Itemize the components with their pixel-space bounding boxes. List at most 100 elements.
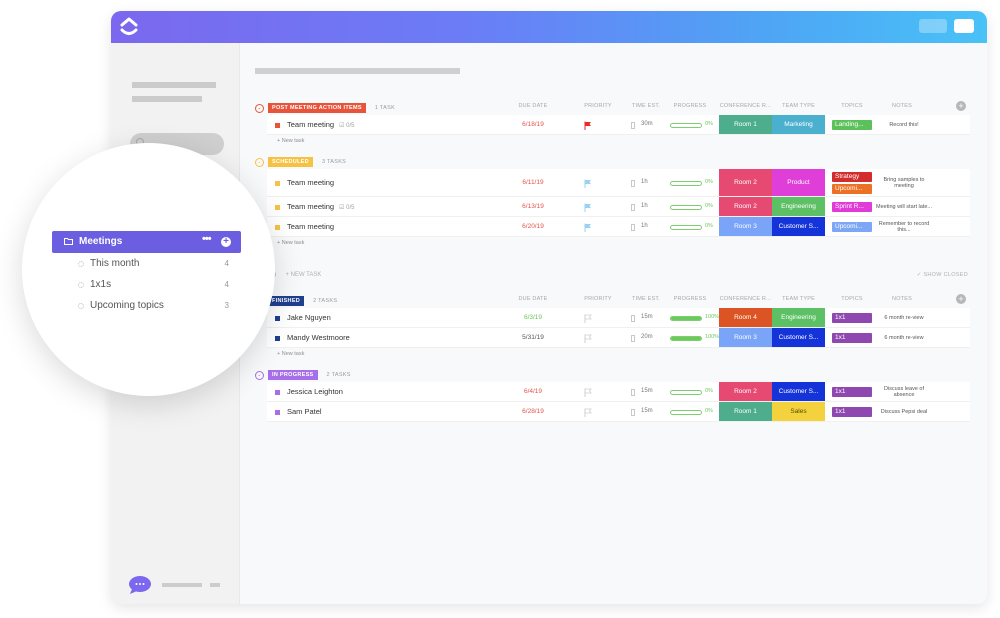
- due-date[interactable]: 5/31/19: [518, 334, 548, 341]
- topics[interactable]: Landing...: [832, 115, 872, 134]
- team-type[interactable]: Marketing: [772, 115, 825, 134]
- status-square[interactable]: [275, 336, 280, 341]
- task-row[interactable]: Mandy Westmoore 5/31/19 20m 100% Room 3 Custo…: [267, 328, 970, 348]
- conference-room[interactable]: Room 2: [719, 197, 772, 216]
- add-column-icon[interactable]: +: [956, 101, 966, 111]
- due-date[interactable]: 6/18/19: [518, 121, 548, 128]
- time-estimate[interactable]: 15m: [641, 408, 653, 414]
- task-name-text[interactable]: Jessica Leighton: [287, 387, 343, 396]
- task-name[interactable]: Team meeting ☑ 0/5: [287, 120, 355, 129]
- time-estimate[interactable]: 30m: [641, 121, 653, 127]
- notes[interactable]: Bring samples to meeting: [874, 169, 934, 196]
- notes[interactable]: Discuss Pepsi deal: [874, 402, 934, 421]
- team-type[interactable]: Sales: [772, 402, 825, 421]
- notes[interactable]: Discuss leave of absence: [874, 382, 934, 401]
- column-header[interactable]: TIME EST.: [631, 103, 661, 109]
- topics[interactable]: 1x1: [832, 382, 872, 401]
- notes[interactable]: Record this!: [874, 115, 934, 134]
- new-task-button[interactable]: + New task: [277, 351, 304, 357]
- due-date[interactable]: 6/20/19: [518, 223, 548, 230]
- topic-tag[interactable]: 1x1: [832, 386, 872, 397]
- status-square[interactable]: [275, 123, 280, 128]
- column-header[interactable]: TOPICS: [832, 103, 872, 109]
- column-header[interactable]: DUE DATE: [518, 296, 548, 302]
- topic-tag[interactable]: Landing...: [832, 119, 872, 130]
- task-row[interactable]: Team meeting ☑ 0/5 6/13/19 1h 0% Room 2 Engine…: [267, 197, 970, 217]
- task-row[interactable]: Sam Patel 6/28/19 15m 0% Room 1 Sales 1x1 Discu…: [267, 402, 970, 422]
- column-header[interactable]: DUE DATE: [518, 103, 548, 109]
- new-task-button[interactable]: + New task: [277, 240, 304, 246]
- task-row[interactable]: Team meeting 6/20/19 1h 0% Room 3 Customer S.…: [267, 217, 970, 237]
- more-icon[interactable]: •••: [202, 233, 212, 245]
- add-column-icon[interactable]: +: [956, 294, 966, 304]
- task-row[interactable]: Team meeting 6/11/19 1h 0% Room 2 Product Stra…: [267, 169, 970, 197]
- priority-flag-icon[interactable]: [584, 408, 592, 417]
- column-header[interactable]: TEAM TYPE: [772, 103, 825, 109]
- collapse-icon[interactable]: ⌄: [255, 370, 264, 380]
- task-name-text[interactable]: Sam Patel: [287, 407, 322, 416]
- conference-room[interactable]: Room 1: [719, 402, 772, 421]
- task-row[interactable]: Jake Nguyen 6/3/19 15m 100% Room 4 Engineerin…: [267, 308, 970, 328]
- topic-tag[interactable]: 1x1: [832, 312, 872, 323]
- column-header[interactable]: PRIORITY: [583, 103, 613, 109]
- notes[interactable]: Meeting will start late...: [874, 197, 934, 216]
- column-header[interactable]: TIME EST.: [631, 296, 661, 302]
- due-date[interactable]: 6/4/19: [518, 388, 548, 395]
- conference-room[interactable]: Room 1: [719, 115, 772, 134]
- priority-flag-icon[interactable]: [584, 388, 592, 397]
- task-name-text[interactable]: Team meeting: [287, 120, 334, 129]
- sidebar-item-upcoming-topics[interactable]: Upcoming topics 3: [76, 300, 232, 314]
- column-header[interactable]: TOPICS: [832, 296, 872, 302]
- time-estimate[interactable]: 15m: [641, 388, 653, 394]
- topic-tag[interactable]: Upcomi...: [832, 221, 872, 232]
- team-type[interactable]: Engineering: [772, 197, 825, 216]
- status-square[interactable]: [275, 205, 280, 210]
- team-type[interactable]: Customer S...: [772, 217, 825, 236]
- new-task-button[interactable]: + NEW TASK: [285, 272, 321, 278]
- priority-flag-icon[interactable]: [584, 179, 592, 188]
- status-square[interactable]: [275, 225, 280, 230]
- status-badge[interactable]: FINISHED: [268, 296, 305, 306]
- task-name-text[interactable]: Team meeting: [287, 202, 334, 211]
- new-task-button[interactable]: + New task: [277, 138, 304, 144]
- topic-tag[interactable]: Strategy: [832, 171, 872, 182]
- sidebar-item-1x1s[interactable]: 1x1s 4: [76, 279, 232, 293]
- task-row[interactable]: Jessica Leighton 6/4/19 15m 0% Room 2 Custome…: [267, 382, 970, 402]
- status-badge[interactable]: SCHEDULED: [268, 157, 313, 167]
- task-name-text[interactable]: Jake Nguyen: [287, 313, 331, 322]
- column-header[interactable]: PROGRESS: [670, 103, 710, 109]
- task-name[interactable]: Team meeting ☑ 0/5: [287, 202, 355, 211]
- topics[interactable]: Upcomi...: [832, 217, 872, 236]
- task-name-text[interactable]: Team meeting: [287, 222, 334, 231]
- topics[interactable]: 1x1: [832, 402, 872, 421]
- due-date[interactable]: 6/3/19: [518, 314, 548, 321]
- column-header[interactable]: CONFERENCE R...: [719, 103, 772, 109]
- status-square[interactable]: [275, 316, 280, 321]
- chat-icon[interactable]: [128, 575, 152, 595]
- priority-flag-icon[interactable]: [584, 334, 592, 343]
- status-square[interactable]: [275, 390, 280, 395]
- column-header[interactable]: PRIORITY: [583, 296, 613, 302]
- add-icon[interactable]: +: [221, 237, 231, 247]
- task-row[interactable]: Team meeting ☑ 0/5 6/18/19 30m 0% Room 1 Marke…: [267, 115, 970, 135]
- topic-tag[interactable]: Sprint R...: [832, 201, 872, 212]
- team-type[interactable]: Product: [772, 169, 825, 196]
- task-name[interactable]: Jake Nguyen: [287, 313, 331, 322]
- column-header[interactable]: NOTES: [877, 296, 927, 302]
- task-name[interactable]: Jessica Leighton: [287, 387, 343, 396]
- status-badge[interactable]: IN PROGRESS: [268, 370, 318, 380]
- topic-tag[interactable]: 1x1: [832, 406, 872, 417]
- due-date[interactable]: 6/13/19: [518, 203, 548, 210]
- collapse-icon[interactable]: ⌄: [255, 103, 264, 113]
- due-date[interactable]: 6/28/19: [518, 408, 548, 415]
- priority-flag-icon[interactable]: [584, 223, 592, 232]
- status-square[interactable]: [275, 181, 280, 186]
- priority-flag-icon[interactable]: [584, 314, 592, 323]
- sidebar-item-this-month[interactable]: This month 4: [76, 258, 232, 272]
- task-name[interactable]: Sam Patel: [287, 407, 322, 416]
- sidebar-item-meetings[interactable]: Meetings ••• +: [52, 231, 241, 253]
- task-name[interactable]: Mandy Westmoore: [287, 333, 350, 342]
- task-name[interactable]: Team meeting: [287, 222, 334, 231]
- time-estimate[interactable]: 15m: [641, 314, 653, 320]
- conference-room[interactable]: Room 3: [719, 328, 772, 347]
